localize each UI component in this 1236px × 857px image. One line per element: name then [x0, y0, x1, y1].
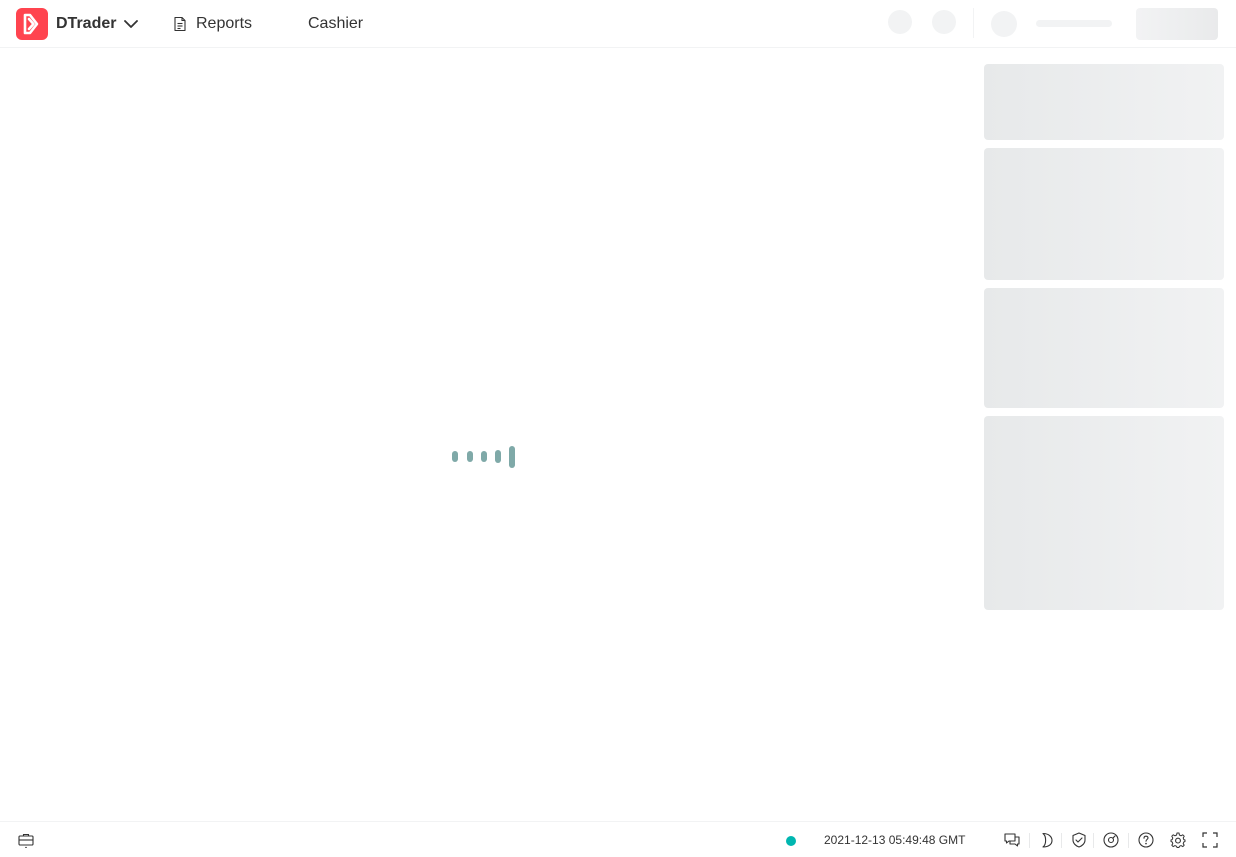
nav-cashier[interactable]: Cashier — [308, 14, 363, 34]
footer-divider — [1093, 833, 1094, 848]
loader-bar — [467, 451, 473, 462]
nav-reports-label: Reports — [196, 15, 253, 32]
fullscreen-icon[interactable] — [1202, 832, 1218, 848]
chevron-down-icon[interactable] — [123, 16, 139, 32]
help-icon[interactable] — [1138, 832, 1154, 848]
connection-status-dot — [786, 836, 796, 846]
gear-icon[interactable] — [1170, 832, 1186, 848]
gauge-icon[interactable] — [1103, 832, 1119, 848]
footer: 2021-12-13 05:49:48 GMT — [0, 821, 1236, 857]
theme-toggle-icon[interactable] — [1040, 832, 1056, 848]
notifications-skeleton — [888, 10, 912, 34]
footer-divider — [1128, 833, 1129, 848]
footer-divider — [1061, 833, 1062, 848]
stake-skeleton — [984, 288, 1224, 408]
loader-bar — [452, 451, 458, 462]
loader-bar — [481, 451, 487, 462]
account-settings-skeleton — [932, 10, 956, 34]
account-balance-skeleton — [1036, 20, 1112, 27]
chat-icon[interactable] — [1004, 832, 1020, 848]
footer-divider — [1029, 833, 1030, 848]
app-name[interactable]: DTrader — [56, 14, 116, 34]
deriv-logo-icon[interactable] — [16, 8, 48, 40]
loader-bar — [509, 446, 515, 468]
reports-icon — [172, 16, 188, 32]
loading-bars-icon — [452, 445, 516, 469]
purchase-skeleton — [984, 416, 1224, 610]
briefcase-icon[interactable] — [18, 832, 34, 849]
header-divider — [973, 8, 974, 38]
account-avatar-skeleton — [991, 11, 1017, 37]
deposit-button-skeleton — [1136, 8, 1218, 40]
trade-type-skeleton — [984, 64, 1224, 140]
duration-skeleton — [984, 148, 1224, 280]
top-header: DTrader Reports Cashier — [0, 0, 1236, 48]
shield-icon[interactable] — [1071, 832, 1087, 848]
server-time[interactable]: 2021-12-13 05:49:48 GMT — [824, 833, 965, 847]
loader-bar — [495, 450, 501, 463]
